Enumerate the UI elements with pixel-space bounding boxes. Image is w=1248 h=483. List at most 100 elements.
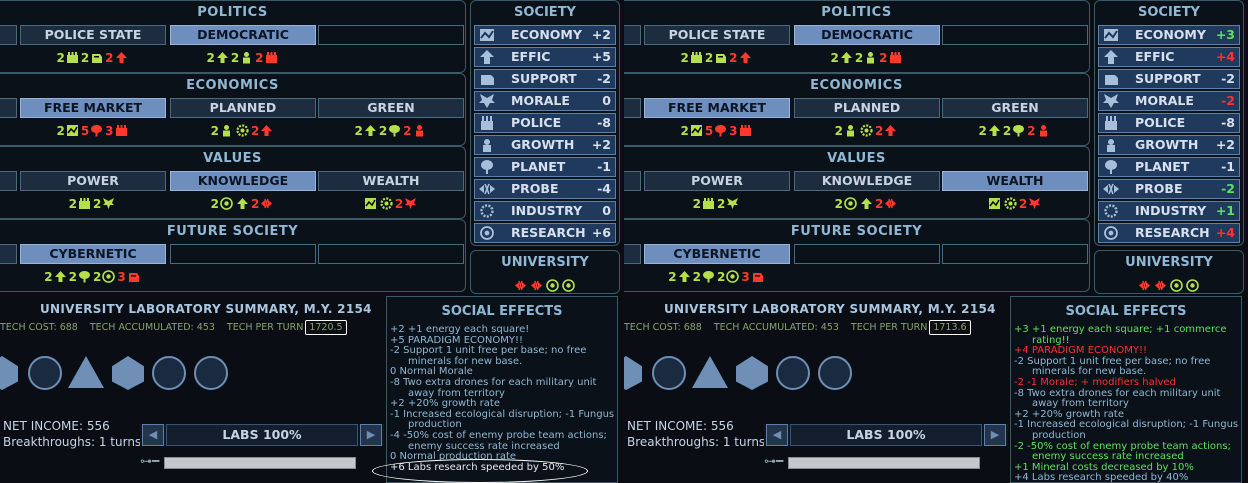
politics-effects-2 [942, 48, 1088, 68]
values-effect-value-0-1: 2 [93, 197, 102, 211]
society-row-growth[interactable]: GROWTH +2 [474, 135, 616, 155]
tech-accumulated: TECH ACCUMULATED: 453 [713, 322, 839, 333]
industry-icon [1004, 197, 1017, 210]
support-icon [481, 75, 494, 85]
economics-choice-hidden[interactable] [624, 98, 641, 118]
social-effects-panel: SOCIAL EFFECTS +2 +1 energy each square! +… [386, 296, 618, 483]
society-row-police[interactable]: POLICE -8 [474, 113, 616, 133]
future-effect-value-0-2: 2 [93, 270, 102, 284]
economics-choice-0[interactable]: FREE MARKET [644, 98, 790, 118]
politics-choice-hidden[interactable] [624, 25, 641, 45]
facility-icon [736, 356, 768, 390]
facility-icon [776, 356, 810, 390]
effic-icon [115, 52, 127, 63]
probe-icon [885, 198, 897, 209]
society-row-effic[interactable]: EFFIC +4 [1098, 47, 1240, 67]
facility-icon [692, 356, 728, 388]
economics-choice-1[interactable]: PLANNED [794, 98, 940, 118]
values-choice-2[interactable]: WEALTH [942, 171, 1088, 191]
politics-choice-2[interactable] [318, 25, 464, 45]
politics-choice-2[interactable] [942, 25, 1088, 45]
values-choice-1[interactable]: KNOWLEDGE [794, 171, 940, 191]
labs-increase-button[interactable]: ▶ [360, 424, 382, 446]
politics-choice-0[interactable]: POLICE STATE [644, 25, 790, 45]
police-icon [889, 52, 901, 63]
morale-icon [103, 198, 115, 209]
society-row-support[interactable]: SUPPORT -2 [1098, 69, 1240, 89]
economics-choice-2[interactable]: GREEN [318, 98, 464, 118]
future-choice-0[interactable]: CYBERNETIC [20, 244, 166, 264]
politics-effect-value-0-1: 2 [704, 51, 714, 65]
support-icon [716, 54, 727, 63]
future-choice-hidden[interactable] [624, 244, 641, 264]
values-choice-0[interactable]: POWER [20, 171, 166, 191]
values-choice-hidden[interactable] [0, 171, 17, 191]
society-row-research[interactable]: RESEARCH +4 [1098, 223, 1240, 243]
society-row-industry[interactable]: INDUSTRY 0 [474, 201, 616, 221]
values-choice-2[interactable]: WEALTH [318, 171, 464, 191]
politics-effect-value-1-2: 2 [879, 51, 888, 65]
politics-effect-value-0-0: 2 [56, 51, 65, 65]
future-area: FUTURE SOCIETY CYBERNETIC 2 2 2 3 [624, 219, 1090, 292]
labs-decrease-button[interactable]: ◀ [142, 424, 164, 446]
future-choice-1[interactable] [794, 244, 940, 264]
support-icon [92, 54, 103, 63]
values-choice-hidden[interactable] [624, 171, 641, 191]
values-choice-1[interactable]: KNOWLEDGE [170, 171, 316, 191]
society-row-probe[interactable]: PROBE -2 [1098, 179, 1240, 199]
society-label: PLANET [511, 159, 566, 174]
society-row-planet[interactable]: PLANET -1 [1098, 157, 1240, 177]
economics-choice-1[interactable]: PLANNED [170, 98, 316, 118]
values-effects-0: 22 [20, 194, 166, 214]
society-panel: SOCIETY ECONOMY +2 EFFIC +5 SUPPORT -2 MORALE 0 P… [470, 0, 620, 246]
politics-choice-1[interactable]: DEMOCRATIC [794, 25, 940, 45]
society-value: -8 [597, 115, 611, 130]
labs-increase-button[interactable]: ▶ [984, 424, 1006, 446]
future-choice-hidden[interactable] [0, 244, 17, 264]
labs-decrease-button[interactable]: ◀ [766, 424, 788, 446]
society-row-morale[interactable]: MORALE 0 [474, 91, 616, 111]
research-icon [726, 270, 740, 283]
society-row-economy[interactable]: ECONOMY +2 [474, 25, 616, 45]
politics-choice-1[interactable]: DEMOCRATIC [170, 25, 316, 45]
society-row-support[interactable]: SUPPORT -2 [474, 69, 616, 89]
tech-per-turn: 1720.5 [305, 320, 347, 335]
future-choice-2[interactable] [942, 244, 1088, 264]
future-effect-value-0-1: 2 [68, 270, 77, 284]
economics-choice-0[interactable]: FREE MARKET [20, 98, 166, 118]
probe-icon [1155, 280, 1166, 291]
society-row-police[interactable]: POLICE -8 [1098, 113, 1240, 133]
society-value: -2 [1221, 181, 1235, 196]
society-row-probe[interactable]: PROBE -4 [474, 179, 616, 199]
economics-effect-value-0-2: 3 [105, 124, 114, 138]
society-row-research[interactable]: RESEARCH +6 [474, 223, 616, 243]
economics-choice-2[interactable]: GREEN [942, 98, 1088, 118]
society-label: RESEARCH [1135, 225, 1210, 240]
politics-choice-0[interactable]: POLICE STATE [20, 25, 166, 45]
growth-icon [223, 125, 230, 137]
economics-choice-hidden[interactable] [0, 98, 17, 118]
values-effect-value-1-0: 2 [210, 197, 219, 211]
future-choice-1[interactable] [170, 244, 316, 264]
society-row-economy[interactable]: ECONOMY +3 [1098, 25, 1240, 45]
values-choice-0[interactable]: POWER [644, 171, 790, 191]
key-icon: ⊶━ [140, 454, 160, 468]
probe-icon [531, 280, 542, 291]
values-effect-value-1-2: 2 [875, 197, 884, 211]
politics-choice-hidden[interactable] [0, 25, 17, 45]
social-effect-line: production [1032, 429, 1086, 441]
breakthroughs: Breakthroughs: 1 turns [3, 435, 142, 449]
society-row-industry[interactable]: INDUSTRY +1 [1098, 201, 1240, 221]
society-value: +1 [1215, 203, 1235, 218]
society-label: SUPPORT [1135, 71, 1201, 86]
future-choice-2[interactable] [318, 244, 464, 264]
society-row-effic[interactable]: EFFIC +5 [474, 47, 616, 67]
economy-icon [690, 125, 702, 136]
society-value: +5 [591, 49, 611, 64]
society-value: -2 [1221, 93, 1235, 108]
university-panel: UNIVERSITY [470, 250, 620, 294]
society-row-morale[interactable]: MORALE -2 [1098, 91, 1240, 111]
society-row-planet[interactable]: PLANET -1 [474, 157, 616, 177]
future-choice-0[interactable]: CYBERNETIC [644, 244, 790, 264]
society-row-growth[interactable]: GROWTH +2 [1098, 135, 1240, 155]
